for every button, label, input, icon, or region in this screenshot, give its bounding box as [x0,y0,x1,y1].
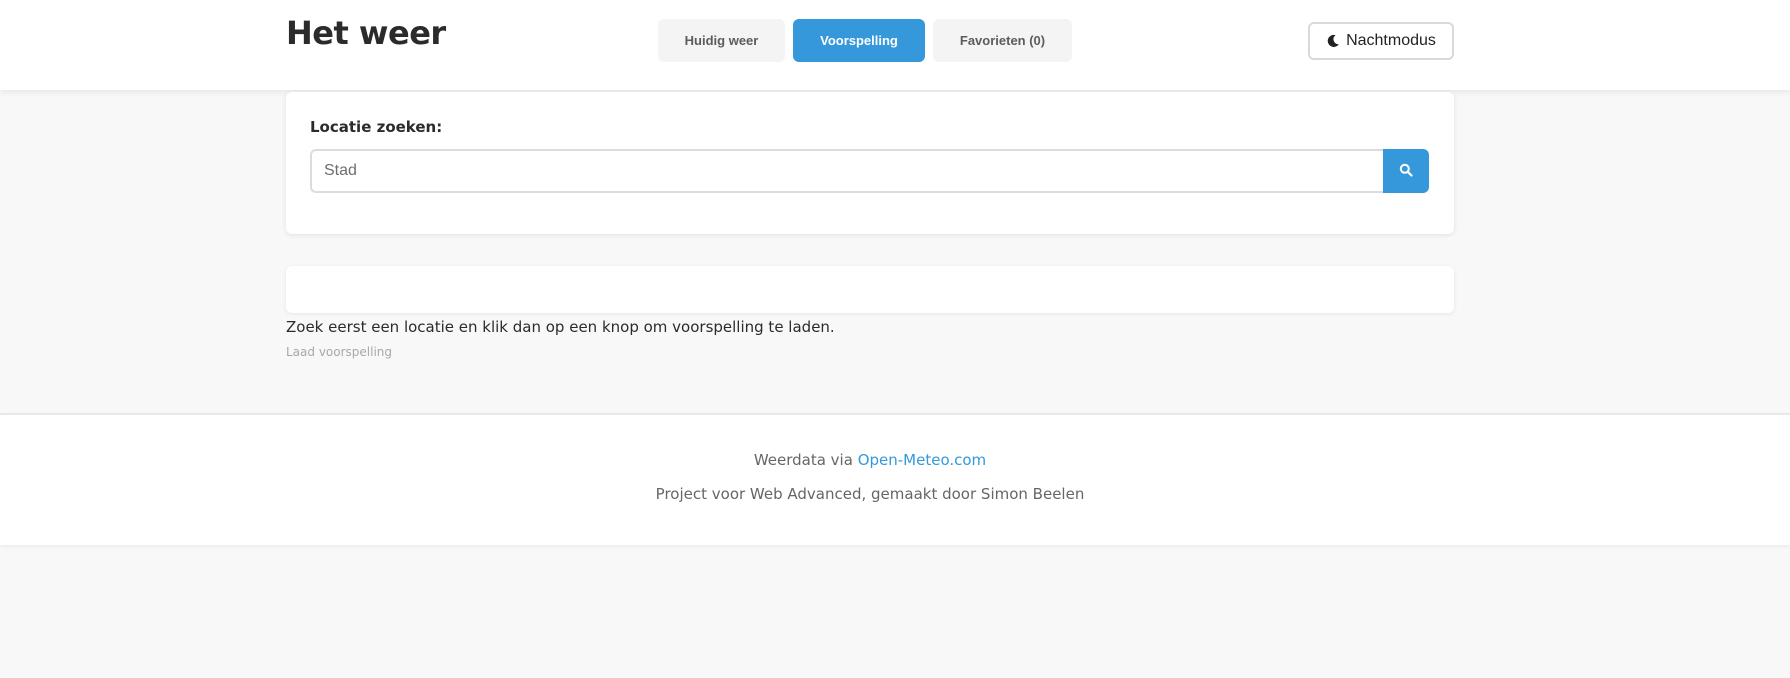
night-mode-button[interactable]: Nachtmodus [1308,22,1454,60]
page-footer: Weerdata via Open-Meteo.com Project voor… [0,413,1790,545]
forecast-hint: Zoek eerst een locatie en klik dan op ee… [286,318,835,336]
load-forecast-button[interactable]: Laad voorspelling [286,345,392,359]
footer-credits: Project voor Web Advanced, gemaakt door … [655,485,1085,503]
forecast-panel [286,266,1454,313]
tab-current-weather[interactable]: Huidig weer [658,19,785,62]
search-icon [1399,163,1413,180]
footer-data-prefix: Weerdata via [753,451,858,469]
app-header: Het weer Huidig weer Voorspelling Favori… [0,0,1790,90]
open-meteo-link[interactable]: Open-Meteo.com [858,451,986,469]
city-search-input[interactable] [310,149,1384,193]
tab-favorites[interactable]: Favorieten (0) [933,19,1072,62]
search-label: Locatie zoeken: [310,118,443,136]
search-button[interactable] [1383,149,1429,193]
app-title: Het weer [286,14,446,52]
location-search-card: Locatie zoeken: [286,92,1454,234]
moon-icon [1326,34,1340,48]
night-mode-label: Nachtmodus [1346,32,1436,49]
footer-data-source: Weerdata via Open-Meteo.com [0,451,1740,469]
tab-forecast[interactable]: Voorspelling [793,19,925,62]
